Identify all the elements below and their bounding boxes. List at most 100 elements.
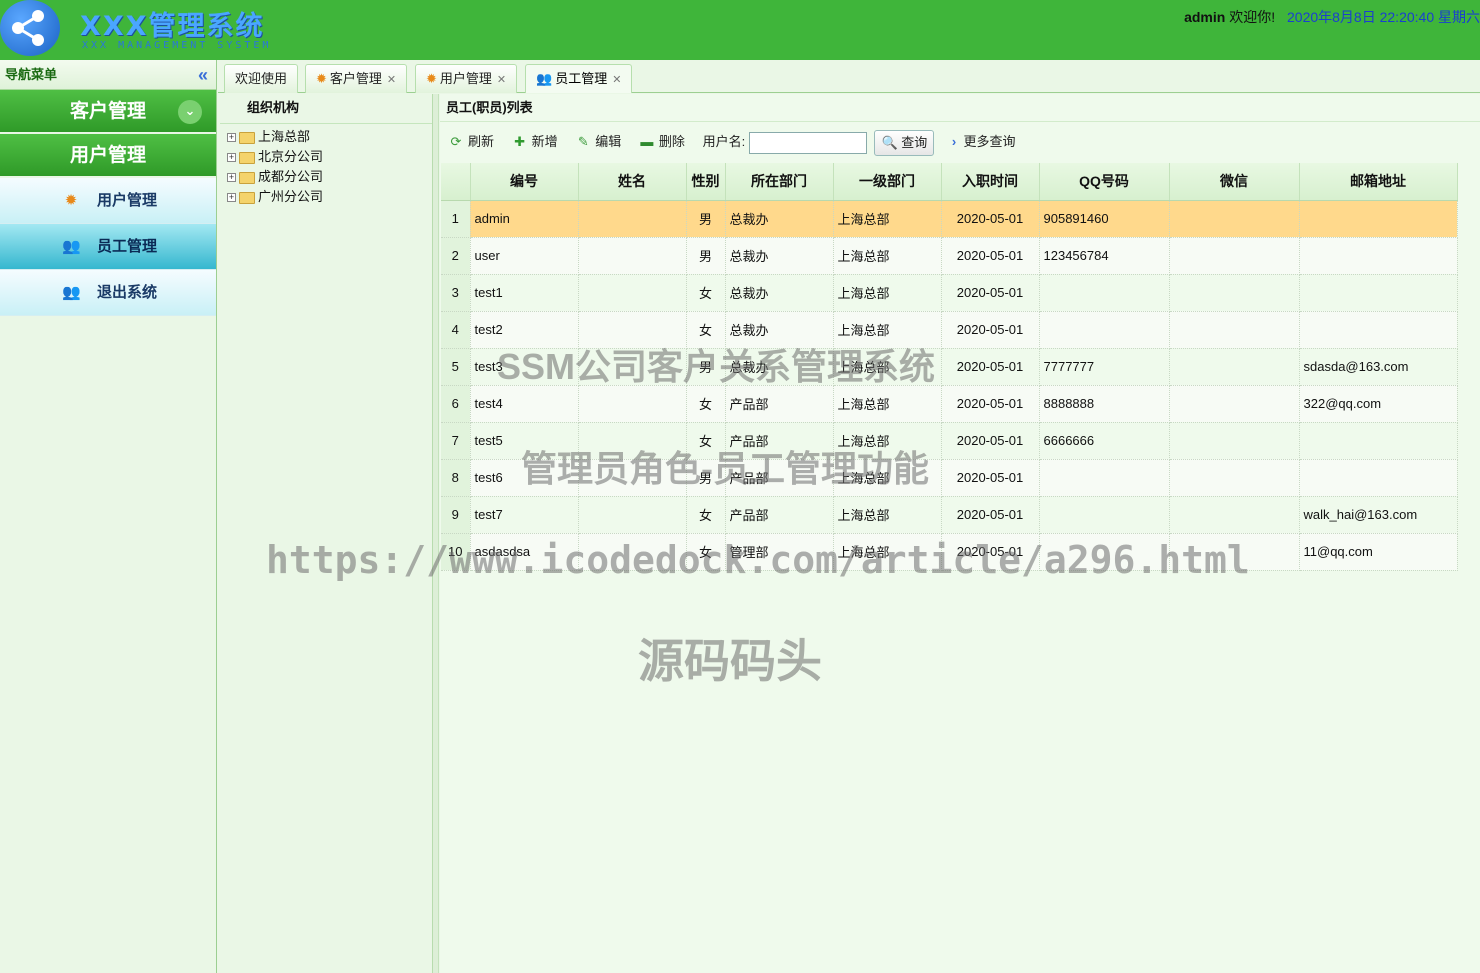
current-datetime: 2020年8月8日 22:20:40 星期六 [1287,9,1480,25]
panel-title: 员工(职员)列表 [440,94,1480,122]
tree-node[interactable]: + 上海总部 [220,127,432,147]
tab-user[interactable]: ✹ 用户管理 ✕ [415,64,518,93]
cell-join-date: 2020-05-01 [941,200,1040,238]
table-row[interactable]: 4 test2 女总裁办 上海总部 2020-05-01 [441,311,1458,349]
cell-email [1299,311,1458,349]
column-header[interactable]: 所在部门 [725,163,834,201]
column-header[interactable]: 入职时间 [941,163,1040,201]
table-row[interactable]: 9 test7 女产品部 上海总部 2020-05-01 walk_hai@163.com [441,496,1458,534]
cell-email: 322@qq.com [1299,385,1458,423]
table-row[interactable]: 7 test5 女产品部 上海总部 2020-05-01 6666666 [441,422,1458,460]
delete-label: 删除 [658,134,685,149]
welcome-bar: admin 欢迎你! 2020年8月8日 22:20:40 星期六 [1184,7,1480,27]
table-header-row: 编号 姓名 性别 所在部门 一级部门 入职时间 QQ号码 微信 邮箱地址 [441,163,1458,201]
tab-customer[interactable]: ✹ 客户管理 ✕ [305,64,408,93]
nav-item-employee-management[interactable]: 👥 员工管理 [0,224,216,270]
org-tree-title: 组织机构 [220,94,432,124]
gear-icon: ✹ [64,192,78,209]
username-search-input[interactable] [748,131,867,154]
column-header[interactable]: 性别 [686,163,726,201]
nav-group-customer[interactable]: 客户管理 ⌄ [0,90,216,134]
column-header[interactable]: QQ号码 [1039,163,1170,201]
users-icon: 👥 [62,284,81,301]
add-button[interactable]: ✚ 新增 [512,122,557,162]
more-query-button[interactable]: › 更多查询 [952,134,1016,149]
nav-item-user-management[interactable]: ✹ 用户管理 [0,178,216,224]
column-header[interactable]: 微信 [1169,163,1300,201]
table-row[interactable]: 10 asdasdsa 女管理部 上海总部 2020-05-01 11@qq.com [441,533,1458,571]
users-icon: 👥 [536,71,553,86]
grid-toolbar: ⟳ 刷新 ✚ 新增 ✎ 编辑 ▬ 删除 用户名: 🔍 查询 › 更多查询 [440,122,1480,162]
expand-icon[interactable]: + [227,173,236,183]
nav-sidebar: 导航菜单 « 客户管理 ⌄ 用户管理 ✹ 用户管理 👥 员工管理 👥 退出系统 [0,60,217,973]
query-button[interactable]: 🔍 查询 [874,129,935,156]
more-query-label: 更多查询 [963,134,1016,149]
close-icon[interactable]: ✕ [497,74,506,86]
employee-list-panel: 员工(职员)列表 ⟳ 刷新 ✚ 新增 ✎ 编辑 ▬ 删除 用户名: 🔍 查询 › 更多查… [440,94,1480,973]
current-user: admin [1184,9,1226,25]
panel-splitter[interactable] [433,94,439,973]
cell-top-dept: 上海总部 [833,422,942,460]
edit-button[interactable]: ✎ 编辑 [575,122,621,162]
pencil-icon: ✎ [577,134,589,149]
table-row[interactable]: 6 test4 女产品部 上海总部 2020-05-01 8888888 322@qq.co… [441,385,1458,423]
close-icon[interactable]: ✕ [387,74,396,86]
cell-join-date: 2020-05-01 [941,237,1040,275]
expand-icon[interactable]: + [227,193,236,203]
cell-email [1299,422,1458,460]
welcome-text: 欢迎你! [1229,9,1276,25]
cell-dept: 总裁办 [725,274,834,312]
nav-item-label: 退出系统 [97,284,158,301]
row-number: 1 [441,200,471,238]
column-header[interactable]: 编号 [470,163,579,201]
close-icon[interactable]: ✕ [612,74,621,86]
gear-icon: ✹ [316,71,327,86]
cell-join-date: 2020-05-01 [941,496,1040,534]
cell-qq: 8888888 [1039,385,1170,423]
row-number: 6 [441,385,471,423]
table-row[interactable]: 2 user 男总裁办 上海总部 2020-05-01 123456784 [441,237,1458,275]
cell-id: test5 [470,422,579,460]
cell-qq: 6666666 [1039,422,1170,460]
cell-dept: 管理部 [725,533,834,571]
cell-email [1299,459,1458,497]
nav-group-label: 客户管理 [69,101,146,122]
cell-top-dept: 上海总部 [833,496,942,534]
cell-id: test7 [470,496,579,534]
refresh-button[interactable]: ⟳ 刷新 [448,122,494,162]
tab-employee[interactable]: 👥 员工管理 ✕ [525,64,633,93]
tree-node[interactable]: + 北京分公司 [220,147,432,167]
expand-icon[interactable]: + [227,133,236,143]
cell-sex: 女 [686,533,726,571]
tree-node-label: 上海总部 [258,129,311,144]
tab-welcome[interactable]: 欢迎使用 [224,64,299,93]
employee-table: 编号 姓名 性别 所在部门 一级部门 入职时间 QQ号码 微信 邮箱地址 1 ad… [441,163,1458,571]
expand-icon[interactable]: + [227,153,236,163]
table-row[interactable]: 3 test1 女总裁办 上海总部 2020-05-01 [441,274,1458,312]
tree-node[interactable]: + 广州分公司 [220,187,432,207]
cell-join-date: 2020-05-01 [941,385,1040,423]
nav-group-user[interactable]: 用户管理 [0,134,216,178]
cell-dept: 总裁办 [725,311,834,349]
cell-wechat [1169,459,1300,497]
column-header[interactable]: 邮箱地址 [1299,163,1458,201]
cell-sex: 女 [686,385,726,423]
tab-label: 用户管理 [439,71,492,86]
delete-button[interactable]: ▬ 删除 [639,122,685,162]
nav-item-logout[interactable]: 👥 退出系统 [0,270,216,316]
table-row[interactable]: 5 test3 男总裁办 上海总部 2020-05-01 7777777 sdasda@16… [441,348,1458,386]
column-header[interactable]: 一级部门 [833,163,942,201]
cell-top-dept: 上海总部 [833,385,942,423]
cell-name [578,459,687,497]
table-row[interactable]: 8 test6 男产品部 上海总部 2020-05-01 [441,459,1458,497]
cell-top-dept: 上海总部 [833,237,942,275]
collapse-icon[interactable]: « [198,60,208,90]
chevron-down-icon[interactable]: ⌄ [178,100,202,124]
folder-icon [239,171,255,184]
cell-top-dept: 上海总部 [833,274,942,312]
column-header[interactable]: 姓名 [578,163,687,201]
cell-dept: 总裁办 [725,200,834,238]
tree-node[interactable]: + 成都分公司 [220,167,432,187]
row-number: 2 [441,237,471,275]
table-row[interactable]: 1 admin 男总裁办 上海总部 2020-05-01 905891460 [441,200,1458,238]
